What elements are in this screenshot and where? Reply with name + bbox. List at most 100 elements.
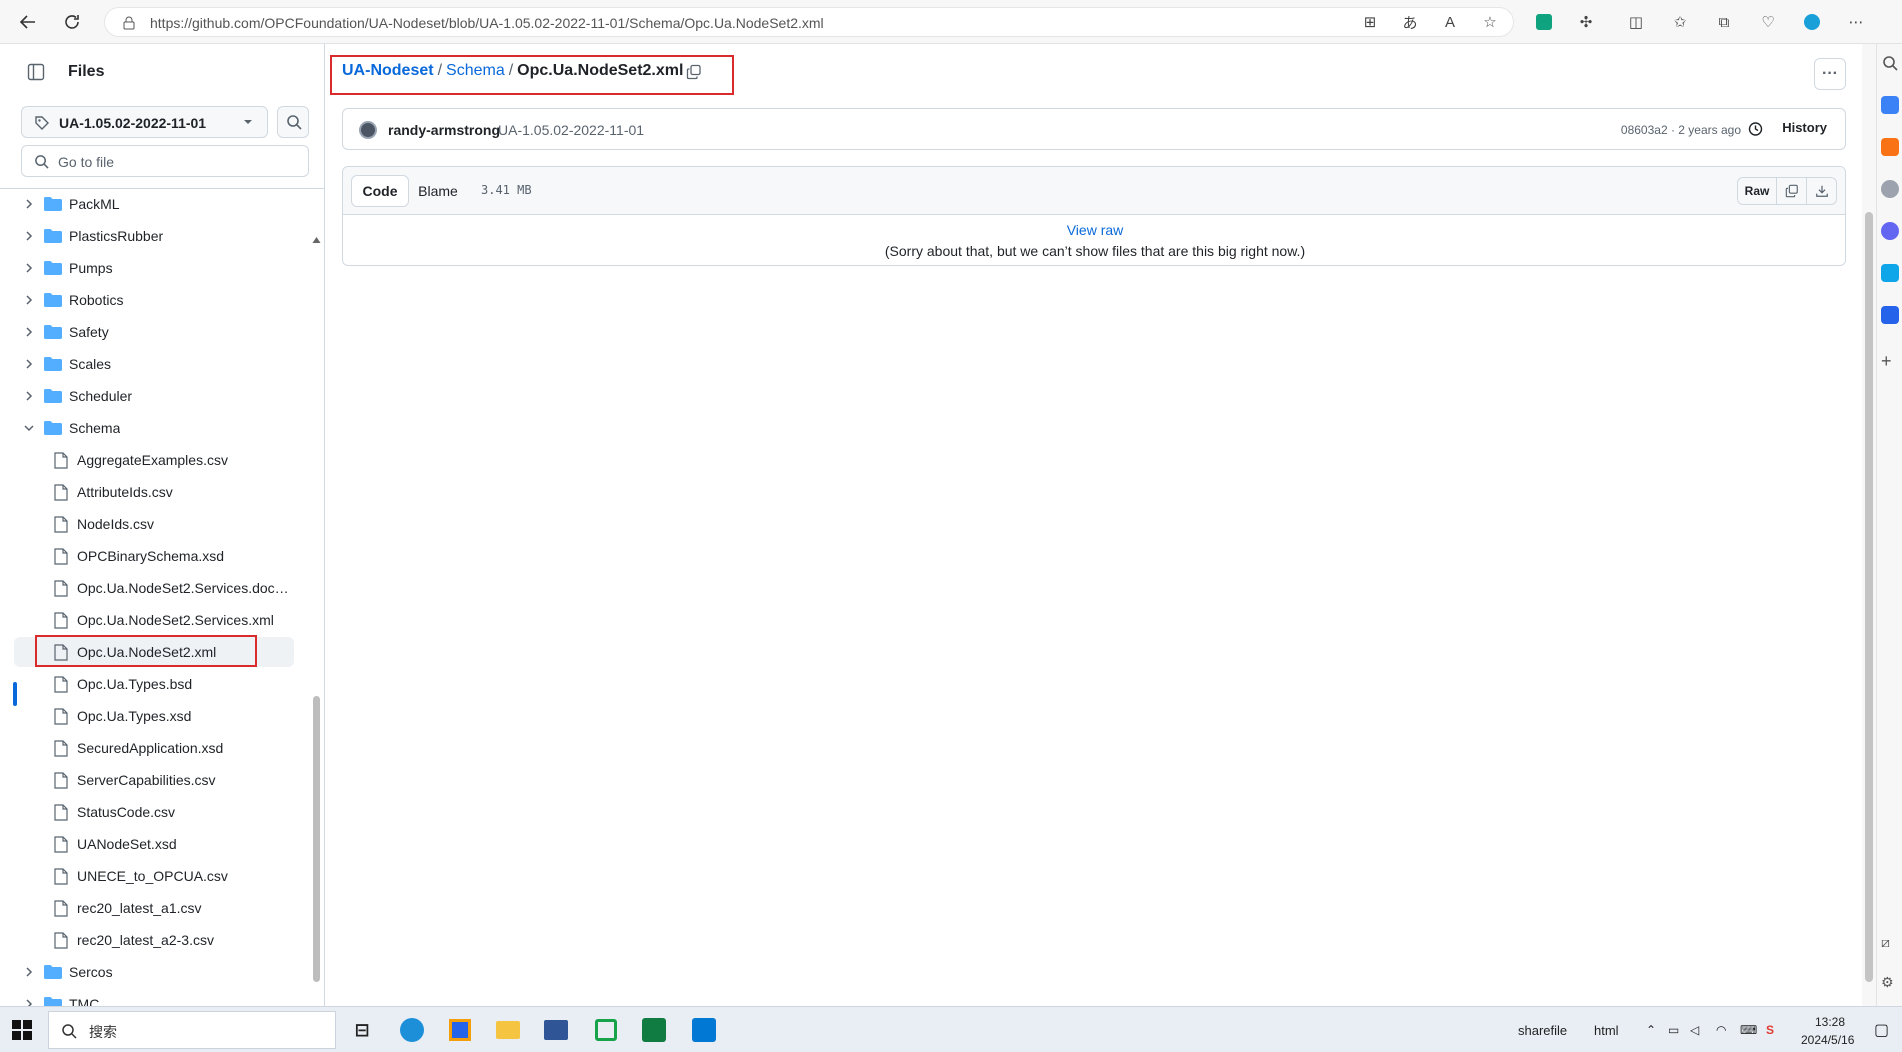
tree-folder-schema[interactable]: Schema [14, 413, 294, 443]
browser-essentials-icon[interactable]: ♡ [1758, 12, 1778, 32]
search-icon[interactable] [1881, 54, 1899, 72]
screenshot-icon[interactable]: ⧄ [1881, 934, 1899, 952]
tree-file[interactable]: Opc.Ua.NodeSet2.Services.xml [14, 605, 294, 635]
volume-icon[interactable]: ◁ [1690, 1023, 1699, 1037]
tree-file[interactable]: rec20_latest_a2-3.csv [14, 925, 294, 955]
battery-icon[interactable]: ▭ [1668, 1023, 1679, 1037]
download-button[interactable] [1807, 177, 1837, 205]
browser-toolbar: https://github.com/OPCFoundation/UA-Node… [0, 0, 1902, 44]
settings-gear-icon[interactable]: ⚙ [1881, 974, 1899, 992]
tree-file[interactable]: Opc.Ua.Types.bsd [14, 669, 294, 699]
history-button[interactable]: History [1782, 120, 1827, 135]
tree-file[interactable]: AttributeIds.csv [14, 477, 294, 507]
raw-button[interactable]: Raw [1737, 177, 1777, 205]
page-scrollbar[interactable] [1862, 44, 1876, 1006]
search-files-button[interactable] [277, 106, 309, 138]
go-to-file-input[interactable]: Go to file [21, 145, 309, 177]
tree-file[interactable]: ServerCapabilities.csv [14, 765, 294, 795]
view-raw-link[interactable]: View raw [343, 222, 1845, 238]
refresh-button[interactable] [60, 10, 84, 34]
tree-folder-scales[interactable]: Scales [14, 349, 294, 379]
tree-folder-safety[interactable]: Safety [14, 317, 294, 347]
tree-file[interactable]: rec20_latest_a1.csv [14, 893, 294, 923]
tree-folder-robotics[interactable]: Robotics [14, 285, 294, 315]
page-scroll-thumb[interactable] [1865, 212, 1873, 982]
send-icon[interactable] [1881, 306, 1899, 324]
vscode-icon[interactable] [688, 1014, 720, 1046]
commit-hash-and-time[interactable]: 08603a2 · 2 years ago [1621, 123, 1741, 137]
app-icon[interactable] [444, 1014, 476, 1046]
file-icon [54, 580, 68, 597]
input-method-icon[interactable]: S [1766, 1023, 1774, 1037]
apps-icon[interactable]: ⊞ [1360, 12, 1380, 32]
tray-item[interactable]: html [1594, 1023, 1619, 1038]
translate-icon[interactable]: あ [1400, 12, 1420, 32]
notification-icon[interactable]: ▢ [1874, 1020, 1889, 1040]
powershell-icon[interactable] [540, 1014, 572, 1046]
tree-folder-sercos[interactable]: Sercos [14, 957, 294, 987]
outlook-icon[interactable] [1881, 264, 1899, 282]
tree-folder-tmc[interactable]: TMC [14, 989, 294, 1006]
people-icon[interactable] [1881, 180, 1899, 198]
task-view-icon[interactable]: ⊟ [346, 1014, 378, 1046]
tree-file[interactable]: OPCBinarySchema.xsd [14, 541, 294, 571]
wifi-icon[interactable]: ◠ [1716, 1023, 1726, 1037]
file-explorer-icon[interactable] [492, 1014, 524, 1046]
tree-folder-pumps[interactable]: Pumps [14, 253, 294, 283]
tree-folder-scheduler[interactable]: Scheduler [14, 381, 294, 411]
tree-file[interactable]: SecuredApplication.xsd [14, 733, 294, 763]
split-screen-icon[interactable]: ◫ [1626, 12, 1646, 32]
app-icon[interactable] [590, 1014, 622, 1046]
collapse-sidebar-icon[interactable] [27, 63, 45, 86]
copilot-icon[interactable] [1881, 96, 1899, 114]
clock-time[interactable]: 13:28 [1815, 1015, 1845, 1029]
more-options-button[interactable]: ··· [1814, 58, 1846, 90]
add-icon[interactable]: + [1881, 352, 1899, 370]
folder-icon [44, 357, 62, 371]
branch-name: UA-1.05.02-2022-11-01 [59, 115, 207, 131]
copy-raw-button[interactable] [1777, 177, 1807, 205]
favorite-star-icon[interactable]: ☆ [1480, 12, 1500, 32]
back-button[interactable] [16, 10, 40, 34]
extensions-puzzle-icon[interactable]: ✣ [1576, 12, 1596, 32]
more-menu-icon[interactable]: ⋯ [1846, 12, 1866, 32]
windows-start-icon[interactable] [12, 1020, 32, 1040]
extension-icon[interactable] [1534, 12, 1554, 32]
games-icon[interactable] [1881, 222, 1899, 240]
tree-file[interactable]: AggregateExamples.csv [14, 445, 294, 475]
tree-file[interactable]: UANodeSet.xsd [14, 829, 294, 859]
tree-file[interactable]: UNECE_to_OPCUA.csv [14, 861, 294, 891]
file-icon [54, 804, 68, 821]
tray-item[interactable]: sharefile [1518, 1023, 1567, 1038]
branch-selector[interactable]: UA-1.05.02-2022-11-01 [21, 106, 268, 138]
address-bar[interactable]: https://github.com/OPCFoundation/UA-Node… [104, 7, 1514, 37]
tree-file[interactable]: Opc.Ua.Types.xsd [14, 701, 294, 731]
tree-file[interactable]: Opc.Ua.NodeSet2.Services.documentation.c… [14, 573, 294, 603]
code-tab[interactable]: Code [351, 175, 409, 207]
avatar[interactable] [359, 121, 377, 139]
taskbar-search[interactable]: 搜索 [48, 1011, 336, 1049]
kebab-horizontal-icon: ··· [1822, 65, 1838, 82]
favorites-icon[interactable]: ✩ [1670, 12, 1690, 32]
tree-folder-packml[interactable]: PackML [14, 189, 294, 219]
excel-icon[interactable] [638, 1014, 670, 1046]
tree-folder-plasticsrubber[interactable]: PlasticsRubber [14, 221, 294, 251]
chevron-up-icon[interactable]: ⌃ [1646, 1023, 1656, 1037]
shopping-icon[interactable] [1881, 138, 1899, 156]
read-aloud-icon[interactable]: A [1440, 12, 1460, 32]
tree-item-label: PackML [69, 196, 120, 212]
edge-icon[interactable] [1802, 12, 1822, 32]
commit-author[interactable]: randy-armstrong [388, 122, 500, 138]
edge-app-icon[interactable] [396, 1014, 428, 1046]
clock-date[interactable]: 2024/5/16 [1801, 1033, 1854, 1047]
collections-icon[interactable]: ⧉ [1714, 12, 1734, 32]
tree-item-label: Robotics [69, 292, 124, 308]
tree-scroll-thumb[interactable] [313, 696, 320, 982]
tree-item-label: Safety [69, 324, 109, 340]
tree-file[interactable]: NodeIds.csv [14, 509, 294, 539]
commit-message[interactable]: UA-1.05.02-2022-11-01 [498, 122, 644, 138]
keyboard-icon[interactable]: ⌨ [1740, 1023, 1757, 1037]
tree-file[interactable]: StatusCode.csv [14, 797, 294, 827]
blame-tab[interactable]: Blame [409, 175, 467, 207]
tree-scrollbar[interactable] [311, 236, 321, 1006]
